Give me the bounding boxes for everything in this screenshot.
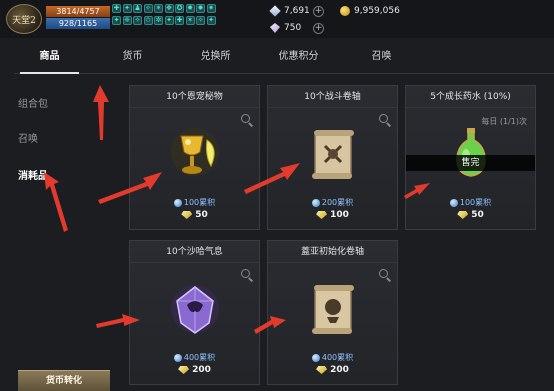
- buff-icon: ✧: [143, 4, 153, 13]
- mp-bar: 928/1165: [46, 18, 110, 29]
- buff-icon: ✹: [196, 4, 205, 13]
- tab-exchange[interactable]: 兑换所: [180, 40, 251, 73]
- shop-item-card[interactable]: 10个恩宠秘物 100累积 50: [129, 85, 260, 230]
- price-value: 100: [330, 210, 349, 220]
- buff-icons: ✚ ✦ ♟ ✧ ✶ ❖ ✪ ✸ ✹ ✷ ✦ ❈ ✧ ✩ ✲ ✦ ✚ ✶ ✧ ✦: [112, 4, 218, 30]
- logo-text: 天堂2: [12, 15, 36, 26]
- buff-icon: ✸: [185, 4, 195, 13]
- growth-potion-icon: [456, 128, 486, 177]
- buff-icon: ✦: [206, 16, 216, 25]
- reset-scroll-icon: [312, 285, 354, 334]
- buff-icon: ✧: [196, 16, 205, 25]
- accum-label: 200累积: [321, 198, 354, 207]
- zoom-icon[interactable]: [379, 114, 392, 127]
- accum-label: 400累积: [321, 353, 354, 362]
- game-logo: 天堂2: [6, 4, 42, 34]
- gold-currency: 9,959,056: [340, 6, 400, 16]
- gold-gem-icon: [181, 211, 193, 219]
- accum-label: 100累积: [183, 198, 216, 207]
- gold-count: 9,959,056: [354, 6, 400, 16]
- zoom-icon[interactable]: [379, 269, 392, 282]
- diamond-currency: 7,691: [269, 5, 310, 17]
- accum-label: 400累积: [183, 353, 216, 362]
- golden-chalice-icon: [171, 128, 219, 176]
- buff-icon: ✶: [185, 16, 195, 25]
- gem-icon: [270, 23, 280, 33]
- price-value: 50: [471, 210, 484, 220]
- add-gem-button[interactable]: +: [313, 23, 324, 34]
- buff-icon: ✧: [133, 16, 142, 25]
- currency-convert-button[interactable]: 货币转化: [18, 370, 110, 391]
- gold-gem-icon: [316, 366, 328, 374]
- zoom-icon[interactable]: [241, 269, 254, 282]
- blue-orb-icon: [173, 198, 182, 207]
- zoom-icon[interactable]: [241, 114, 254, 127]
- price-value: 200: [330, 365, 349, 375]
- item-price: 50: [130, 210, 259, 220]
- status-bar: 天堂2 3814/4757 928/1165 ✚ ✦ ♟ ✧ ✶ ❖ ✪ ✸ ✹ ✷ ✦ ❈ ✧ ✩ ✲ ✦ ✚…: [0, 0, 554, 38]
- sidebar-item-consumables[interactable]: 消耗品: [18, 167, 48, 182]
- buff-icon: ✦: [122, 4, 132, 13]
- add-diamond-button[interactable]: +: [313, 6, 324, 17]
- buff-icon: ✪: [175, 4, 184, 13]
- blue-orb-icon: [311, 198, 320, 207]
- item-price: 50: [406, 210, 535, 220]
- buff-icon: ❈: [122, 16, 132, 25]
- tab-summon[interactable]: 召唤: [346, 40, 417, 73]
- accumulate-points: 100累积: [406, 197, 535, 208]
- buff-icon: ✷: [206, 4, 216, 13]
- buff-icon: ✦: [164, 16, 174, 25]
- gold-gem-icon: [316, 211, 328, 219]
- price-value: 50: [195, 210, 208, 220]
- sidebar-item-summon[interactable]: 召唤: [18, 130, 38, 145]
- shop-item-card[interactable]: 10个沙哈气息 400累积 200: [129, 240, 260, 385]
- item-title: 蓋亚初始化卷轴: [268, 241, 397, 263]
- blue-orb-icon: [311, 353, 320, 362]
- blue-orb-icon: [173, 353, 182, 362]
- gold-gem-icon: [457, 211, 469, 219]
- buff-icon: ✦: [112, 16, 121, 25]
- buff-icon: ♟: [133, 4, 142, 13]
- buff-icon: ✚: [175, 16, 184, 25]
- purple-crystal-icon: [171, 285, 219, 334]
- accum-label: 100累积: [459, 198, 492, 207]
- diamond-icon: [269, 5, 281, 17]
- accumulate-points: 200累积: [268, 197, 397, 208]
- item-price: 100: [268, 210, 397, 220]
- buff-icon: ✲: [154, 16, 163, 25]
- battle-scroll-icon: [312, 130, 354, 179]
- accumulate-points: 400累积: [268, 352, 397, 363]
- item-title: 10个沙哈气息: [130, 241, 259, 263]
- tab-goods[interactable]: 商品: [14, 40, 85, 74]
- tab-discount-points[interactable]: 优惠积分: [263, 40, 334, 73]
- hp-bar: 3814/4757: [46, 6, 110, 17]
- diamond-count: 7,691: [284, 6, 310, 16]
- buff-icon: ✚: [112, 4, 121, 13]
- sold-out-banner: 售完: [406, 155, 535, 171]
- item-price: 200: [268, 365, 397, 375]
- item-title: 10个战斗卷轴: [268, 86, 397, 108]
- accumulate-points: 400累积: [130, 352, 259, 363]
- item-title: 10个恩宠秘物: [130, 86, 259, 108]
- item-title: 5个成长药水 (10%): [406, 86, 535, 108]
- shop-item-card[interactable]: 蓋亚初始化卷轴 400累积 200: [267, 240, 398, 385]
- gem-currency: 750: [270, 23, 301, 33]
- shop-tabs: 商品 货币 兑换所 优惠积分 召唤: [14, 40, 554, 74]
- accumulate-points: 100累积: [130, 197, 259, 208]
- buff-icon: ❖: [164, 4, 174, 13]
- blue-orb-icon: [449, 198, 458, 207]
- sidebar-item-bundle[interactable]: 组合包: [18, 95, 48, 110]
- buff-icon: ✶: [154, 4, 163, 13]
- gold-gem-icon: [178, 366, 190, 374]
- item-price: 200: [130, 365, 259, 375]
- gem-count: 750: [284, 23, 302, 33]
- shop-item-card[interactable]: 5个成长药水 (10%) 每日 (1/1)次 售完 100累积 50: [405, 85, 536, 230]
- gold-coin-icon: [340, 6, 350, 16]
- shop-item-card[interactable]: 10个战斗卷轴 200累积 100: [267, 85, 398, 230]
- price-value: 200: [192, 365, 211, 375]
- category-sidebar: 组合包 召唤 消耗品 货币转化: [0, 74, 122, 391]
- tab-currency[interactable]: 货币: [97, 40, 168, 73]
- buff-icon: ✩: [143, 16, 153, 25]
